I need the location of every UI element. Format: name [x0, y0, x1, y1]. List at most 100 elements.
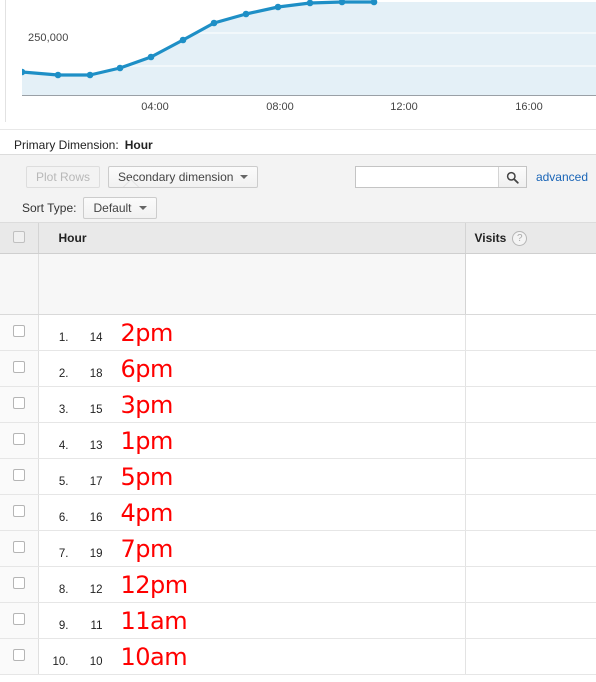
row-checkbox[interactable]: [12, 505, 25, 517]
advanced-search-link[interactable]: advanced: [536, 170, 588, 184]
row-content: 8. 12 12pm: [39, 573, 465, 597]
row-content: 9. 11 11am: [39, 609, 465, 633]
row-visits-cell: [465, 638, 596, 675]
row-checkbox[interactable]: [12, 469, 25, 481]
row-content: 4. 13 1pm: [39, 429, 465, 453]
summary-visits-cell: [465, 253, 596, 315]
row-annotation: 12pm: [120, 570, 189, 599]
row-hour-value[interactable]: 19: [69, 548, 103, 560]
row-rank: 3.: [58, 403, 69, 416]
row-hour-value[interactable]: 10: [69, 656, 103, 668]
row-rank: 1.: [58, 331, 69, 344]
row-content: 2. 18 6pm: [39, 357, 465, 381]
row-content: 5. 17 5pm: [39, 465, 465, 489]
row-content: 10. 10 10am: [39, 645, 465, 669]
chart-left-rail: [5, 0, 6, 122]
row-visits-cell: [465, 422, 596, 459]
summary-checkbox-cell: [0, 253, 39, 315]
column-header-hour-label: Hour: [58, 231, 87, 245]
row-hour-value[interactable]: 18: [69, 368, 103, 380]
primary-dimension-label: Primary Dimension:: [14, 138, 119, 152]
table-row: 3. 15 3pm: [0, 386, 596, 423]
table-row: 6. 16 4pm: [0, 494, 596, 531]
row-checkbox-cell: [0, 350, 39, 387]
table-search: advanced: [354, 166, 588, 188]
row-hour-value[interactable]: 14: [69, 332, 103, 344]
controls-row-primary: Plot Rows Secondary dimension: [26, 166, 259, 188]
search-button[interactable]: [497, 167, 526, 187]
search-input[interactable]: [355, 167, 498, 187]
row-checkbox[interactable]: [12, 613, 25, 625]
row-visits-cell: [465, 530, 596, 567]
table-body: 1. 14 2pm 2. 18 6pm 3. 15 3pm 4. 13 1pm 5. 17 5pm 6. 16 4…: [0, 253, 596, 675]
row-hour-value[interactable]: 17: [69, 476, 103, 488]
table-row: 4. 13 1pm: [0, 422, 596, 459]
sort-type-label: Sort Type:: [22, 201, 77, 215]
row-rank: 6.: [58, 511, 69, 524]
row-visits-cell: [465, 386, 596, 423]
row-rank: 4.: [58, 439, 69, 452]
row-annotation: 1pm: [120, 426, 174, 455]
row-annotation: 4pm: [120, 498, 174, 527]
row-hour-value[interactable]: 13: [69, 440, 103, 452]
row-checkbox[interactable]: [12, 649, 25, 661]
row-checkbox-cell: [0, 386, 39, 423]
table-row: 2. 18 6pm: [0, 350, 596, 387]
sort-type-dropdown[interactable]: Default: [83, 197, 157, 219]
row-hour-cell: 6. 16 4pm: [38, 494, 466, 531]
table-header-row: Hour Visits?: [0, 223, 596, 254]
row-checkbox-cell: [0, 566, 39, 603]
help-icon[interactable]: ?: [512, 230, 528, 246]
x-axis-tick-1200: 12:00: [390, 101, 418, 113]
row-hour-cell: 2. 18 6pm: [38, 350, 466, 387]
table-row: 10. 10 10am: [0, 638, 596, 675]
column-header-visits[interactable]: Visits?: [465, 223, 596, 254]
row-annotation: 6pm: [120, 354, 174, 383]
row-visits-cell: [465, 350, 596, 387]
row-checkbox[interactable]: [12, 541, 25, 553]
row-checkbox-cell: [0, 422, 39, 459]
column-header-hour[interactable]: Hour: [38, 223, 466, 254]
row-checkbox-cell: [0, 494, 39, 531]
row-annotation: 10am: [120, 642, 188, 671]
primary-dimension-bar: Primary Dimension: Hour: [0, 130, 596, 154]
row-rank: 5.: [58, 475, 69, 488]
x-axis-tick-0800: 08:00: [266, 101, 294, 113]
row-annotation: 11am: [120, 606, 188, 635]
row-annotation: 2pm: [120, 318, 174, 347]
primary-dimension-tab-hour[interactable]: Hour: [125, 138, 153, 152]
plot-rows-button[interactable]: Plot Rows: [26, 166, 101, 188]
row-content: 3. 15 3pm: [39, 393, 465, 417]
row-visits-cell: [465, 314, 596, 351]
row-hour-cell: 9. 11 11am: [38, 602, 466, 639]
row-rank: 8.: [58, 583, 69, 596]
row-hour-cell: 5. 17 5pm: [38, 458, 466, 495]
table-row: 5. 17 5pm: [0, 458, 596, 495]
y-axis-tick-label: 250,000: [28, 32, 69, 44]
row-visits-cell: [465, 602, 596, 639]
row-checkbox[interactable]: [12, 397, 25, 409]
x-axis-line: [22, 95, 596, 96]
x-axis-tick-0400: 04:00: [141, 101, 169, 113]
row-checkbox[interactable]: [12, 577, 25, 589]
chevron-down-icon: [240, 175, 249, 179]
select-all-checkbox[interactable]: [12, 230, 25, 243]
row-rank: 10.: [52, 655, 69, 668]
row-checkbox-cell: [0, 638, 39, 675]
row-hour-value[interactable]: 16: [69, 512, 103, 524]
row-hour-value[interactable]: 12: [69, 584, 103, 596]
row-checkbox-cell: [0, 530, 39, 567]
row-hour-cell: 8. 12 12pm: [38, 566, 466, 603]
chart-plot-area: [22, 0, 596, 96]
row-hour-cell: 7. 19 7pm: [38, 530, 466, 567]
row-rank: 2.: [58, 367, 69, 380]
row-checkbox[interactable]: [12, 361, 25, 373]
chevron-down-icon: [138, 206, 147, 210]
summary-hour-cell: [38, 253, 466, 315]
row-checkbox[interactable]: [12, 325, 25, 337]
search-icon: [506, 171, 519, 184]
row-checkbox[interactable]: [12, 433, 25, 445]
row-hour-value[interactable]: 15: [69, 404, 103, 416]
row-hour-cell: 3. 15 3pm: [38, 386, 466, 423]
row-hour-value[interactable]: 11: [69, 620, 103, 632]
